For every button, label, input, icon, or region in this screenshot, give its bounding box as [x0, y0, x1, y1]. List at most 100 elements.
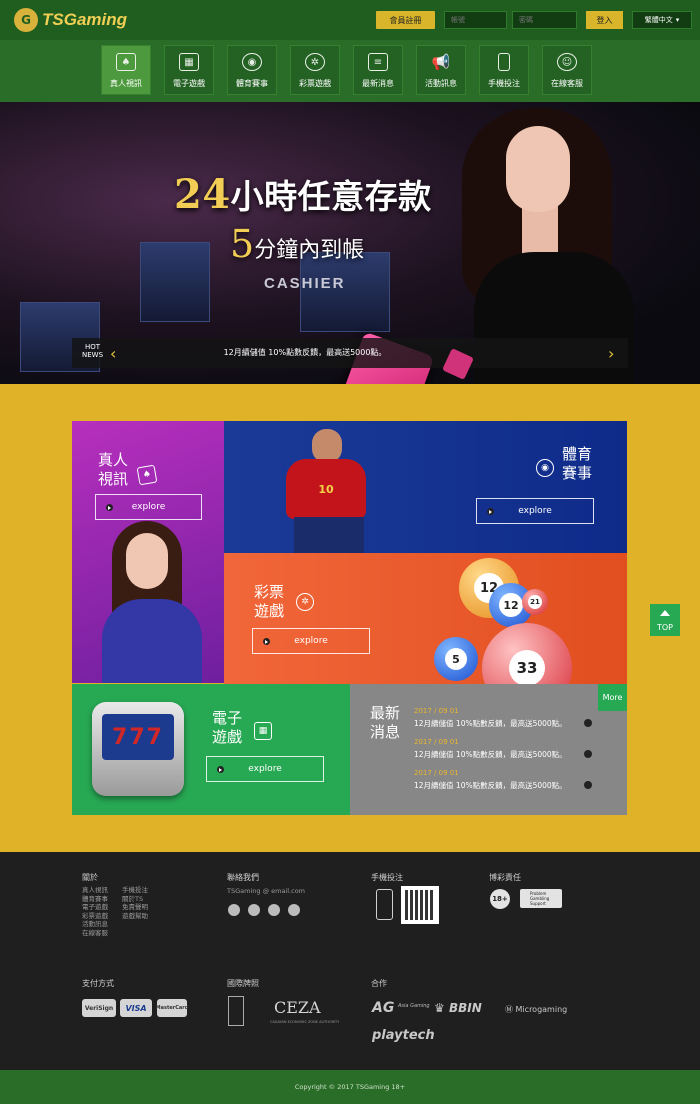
wechat-icon[interactable] — [228, 904, 240, 916]
dealer-dress — [102, 599, 202, 683]
news-item[interactable]: 2017 / 09 01 12月續儲值 10%點數反饋，最高送5000點。 — [414, 769, 592, 791]
chevron-left-icon[interactable]: ‹ — [110, 344, 116, 363]
play-icon — [263, 638, 270, 645]
footer-partners-heading: 合作 — [371, 979, 387, 988]
qq-icon[interactable] — [268, 904, 280, 916]
ticker-text[interactable]: 12月續儲值 10%點數反饋，最高送5000點。 — [130, 347, 480, 358]
nav-label: 最新消息 — [362, 79, 394, 88]
hot-news-badge: HOT NEWS — [82, 343, 103, 359]
main-nav: ♠ 真人視訊 ▦ 電子遊戲 ◉ 體育賽事 ✲ 彩票遊戲 ≡ 最新消息 📢 活動訊息 手機投注… — [0, 40, 700, 102]
footer-link[interactable]: 電子遊戲 — [82, 903, 108, 912]
skype-icon[interactable] — [288, 904, 300, 916]
soccer-ball-icon: ◉ — [242, 53, 262, 71]
explore-label: explore — [248, 764, 282, 774]
lottery-ball: 21 — [522, 589, 548, 615]
soccer-player-image: 10 — [264, 429, 384, 553]
footer-link[interactable]: 免責聲明 — [122, 903, 148, 912]
back-to-top-button[interactable]: TOP — [650, 604, 680, 636]
footer-link[interactable]: 遊戲幫助 — [122, 912, 148, 921]
news-date: 2017 / 09 01 — [414, 769, 459, 777]
slot-machine-icon: ▦ — [254, 722, 272, 740]
tile-sports[interactable]: 10 體育 賽事 ◉ explore — [224, 421, 627, 553]
news-item[interactable]: 2017 / 09 01 12月續儲值 10%點數反饋，最高送5000點。 — [414, 738, 592, 760]
language-select[interactable]: 繁體中文 ▾ — [632, 11, 692, 29]
support-line: Support — [530, 901, 546, 906]
title-line: 賽事 — [562, 464, 593, 482]
nav-item-news[interactable]: ≡ 最新消息 — [353, 45, 403, 95]
live-dealer-image — [92, 521, 212, 683]
explore-button[interactable]: explore — [206, 756, 324, 782]
news-date: 2017 / 09 01 — [414, 738, 459, 746]
play-icon — [106, 504, 113, 511]
tile-slots[interactable]: 777 電子 遊戲 ▦ explore — [72, 684, 350, 815]
slot-machine-icon: ▦ — [179, 53, 199, 71]
footer-link[interactable]: 彩票遊戲 — [82, 912, 108, 921]
microgaming-text: Microgaming — [515, 1005, 568, 1014]
news-date: 2017 / 09 01 — [414, 707, 459, 715]
news-text: 12月續儲值 10%點數反饋，最高送5000點。 — [414, 719, 567, 728]
tile-live-casino[interactable]: 真人 視訊 ♠ explore — [72, 421, 224, 683]
explore-label: explore — [294, 636, 328, 646]
ball-number: 5 — [445, 648, 467, 670]
nav-item-events[interactable]: 📢 活動訊息 — [416, 45, 466, 95]
news-item[interactable]: 2017 / 09 01 12月續儲值 10%點數反饋，最高送5000點。 — [414, 707, 592, 729]
ceza-logo: CEZA — [274, 998, 321, 1017]
bbin-text: BBIN — [448, 1001, 482, 1015]
title-line: 彩票 — [254, 583, 285, 601]
explore-button[interactable]: explore — [95, 494, 202, 520]
nav-item-live[interactable]: ♠ 真人視訊 — [101, 45, 151, 95]
nav-item-support[interactable]: ☺ 在線客服 — [542, 45, 592, 95]
cards-icon: ♠ — [116, 53, 136, 71]
headline-text: 小時任意存款 — [230, 177, 432, 216]
explore-button[interactable]: explore — [252, 628, 370, 654]
news-label: NEWS — [82, 351, 104, 359]
nav-item-slots[interactable]: ▦ 電子遊戲 — [164, 45, 214, 95]
arrow-right-icon — [584, 750, 592, 758]
slot-machine-bg — [140, 242, 210, 322]
contact-email[interactable]: TSGaming @ email.com — [227, 887, 305, 896]
explore-button[interactable]: explore — [476, 498, 594, 524]
nav-label: 體育賽事 — [236, 79, 268, 88]
account-input[interactable] — [444, 11, 507, 29]
login-button[interactable]: 登入 — [586, 11, 623, 29]
news-text: 12月續儲值 10%點數反饋，最高送5000點。 — [414, 781, 567, 790]
nav-item-lottery[interactable]: ✲ 彩票遊戲 — [290, 45, 340, 95]
footer-link[interactable]: 在線客服 — [82, 929, 108, 938]
footer-link[interactable]: 體育賽事 — [82, 895, 108, 904]
chevron-right-icon[interactable]: › — [608, 344, 614, 363]
footer-license-heading: 國際牌照 — [227, 979, 259, 988]
language-label: 繁體中文 — [644, 16, 673, 24]
title-line: 電子 — [212, 709, 243, 727]
mobile-phone-icon — [498, 53, 510, 71]
nav-label: 彩票遊戲 — [299, 79, 331, 88]
soccer-ball-icon: ◉ — [536, 459, 554, 477]
footer-link[interactable]: 活動訊息 — [82, 920, 108, 929]
play-icon — [487, 508, 494, 515]
footer-mobile-heading: 手機投注 — [371, 873, 403, 882]
tile-lottery[interactable]: 彩票 遊戲 ✲ explore 12 12 21 5 33 — [224, 553, 627, 684]
site-logo[interactable]: G TSGaming — [14, 8, 127, 32]
title-line: 視訊 — [98, 470, 129, 488]
nav-item-sports[interactable]: ◉ 體育賽事 — [227, 45, 277, 95]
nav-item-mobile[interactable]: 手機投注 — [479, 45, 529, 95]
footer-link[interactable]: 手機投注 — [122, 886, 148, 895]
footer-about-col1: 真人視訊 體育賽事 電子遊戲 彩票遊戲 活動訊息 在線客服 — [82, 886, 108, 937]
subline-text: 分鐘內到帳 — [254, 238, 365, 263]
m-circle-icon: Ⓜ — [505, 1005, 513, 1014]
age-18-badge: 18+ — [490, 889, 510, 909]
footer-link[interactable]: 真人視訊 — [82, 886, 108, 895]
title-line: 遊戲 — [212, 728, 243, 746]
line-icon[interactable] — [248, 904, 260, 916]
footer-contact-heading: 聯絡我們 — [227, 873, 259, 882]
register-button[interactable]: 會員註冊 — [376, 11, 435, 29]
hot-label: HOT — [84, 343, 101, 351]
gambling-support-badge: Problem Gambling Support — [520, 889, 562, 908]
megaphone-icon: 📢 — [431, 53, 451, 71]
qr-code-image[interactable] — [401, 886, 439, 924]
tile-title: 電子 遊戲 — [212, 709, 242, 747]
news-more-button[interactable]: More — [598, 684, 627, 711]
password-input[interactable] — [512, 11, 577, 29]
lottery-ball: 33 — [482, 623, 572, 684]
tile-title: 最新 消息 — [370, 704, 400, 742]
footer-link[interactable]: 關於TS — [122, 895, 148, 904]
